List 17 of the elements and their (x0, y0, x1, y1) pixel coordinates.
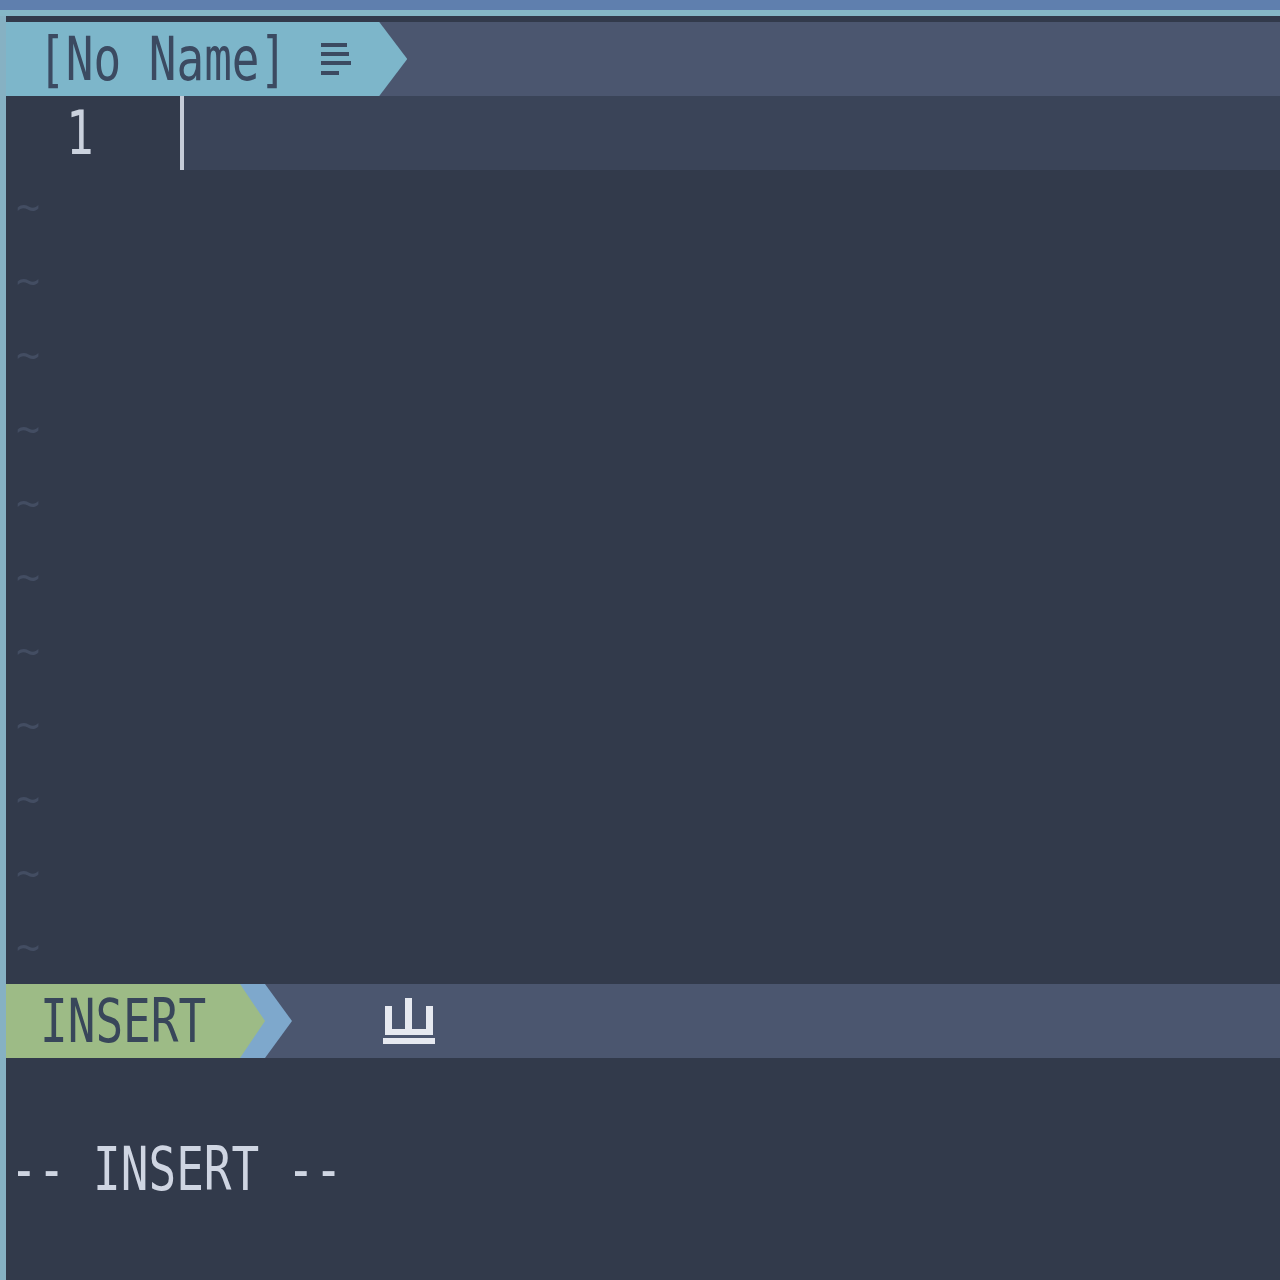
mode-indicator: INSERT (6, 984, 265, 1058)
text-lines-icon (321, 43, 352, 75)
end-of-buffer-marker: ~ (16, 927, 41, 967)
buffer-tab[interactable]: [No Name] (6, 22, 408, 96)
end-of-buffer-marker: ~ (16, 631, 41, 671)
end-of-buffer-marker: ~ (16, 483, 41, 523)
end-of-buffer-marker: ~ (16, 853, 41, 893)
command-line-message: -- INSERT -- (10, 1139, 343, 1199)
end-of-buffer-marker: ~ (16, 557, 41, 597)
end-of-buffer-marker: ~ (16, 335, 41, 375)
trident-icon (383, 998, 435, 1044)
line-number: 1 (66, 103, 94, 163)
end-of-buffer-marker: ~ (16, 705, 41, 745)
end-of-buffer-marker: ~ (16, 261, 41, 301)
end-of-buffer-marker: ~ (16, 187, 41, 227)
end-of-buffer-marker: ~ (16, 779, 41, 819)
end-of-buffer-marker: ~ (16, 409, 41, 449)
